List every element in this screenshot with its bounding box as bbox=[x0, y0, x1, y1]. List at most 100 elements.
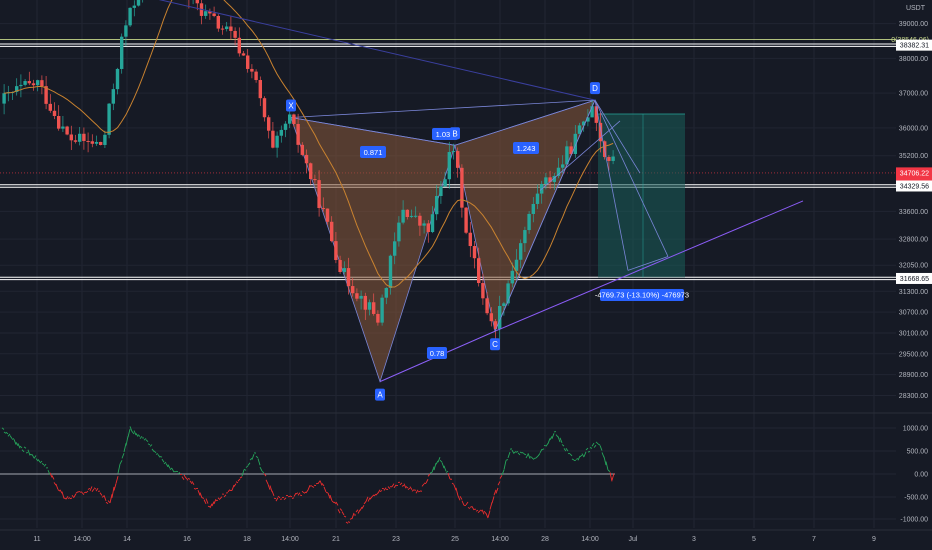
candle-body bbox=[346, 268, 351, 287]
candle-body bbox=[36, 80, 40, 86]
candle-body bbox=[73, 140, 78, 142]
time-tick-15: 7 bbox=[812, 536, 816, 543]
candle-body bbox=[447, 152, 451, 180]
candle-body bbox=[355, 293, 359, 299]
candle-body bbox=[527, 213, 531, 231]
candle-body bbox=[384, 287, 388, 298]
point-label-A: A bbox=[377, 391, 383, 400]
candle-body bbox=[334, 241, 338, 261]
candle-body bbox=[611, 156, 615, 161]
candle-body bbox=[502, 303, 506, 307]
time-tick-12: Jul bbox=[629, 536, 638, 543]
candle-body bbox=[220, 28, 225, 30]
candle-body bbox=[275, 135, 279, 148]
candle-body bbox=[451, 151, 456, 153]
candle-body bbox=[489, 313, 493, 322]
candle-body bbox=[409, 215, 414, 217]
candle-body bbox=[136, 0, 141, 6]
time-tick-4: 18 bbox=[243, 536, 251, 543]
candle-body bbox=[388, 255, 393, 288]
candle-body bbox=[330, 221, 334, 242]
candle-body bbox=[393, 241, 397, 256]
candle-body bbox=[19, 84, 23, 87]
candle-body bbox=[288, 114, 292, 124]
price-tick-5: 35200.00 bbox=[899, 153, 928, 160]
candle-body bbox=[258, 80, 262, 99]
candle-body bbox=[262, 98, 267, 118]
candle-body bbox=[69, 134, 73, 141]
osc-segment bbox=[587, 451, 591, 453]
candle-body bbox=[233, 30, 237, 38]
candle-body bbox=[531, 203, 535, 214]
candle-body bbox=[103, 134, 107, 145]
price-tick-8: 32050.00 bbox=[899, 263, 928, 270]
candle-body bbox=[246, 55, 250, 69]
point-label-B: B bbox=[452, 129, 457, 138]
price-tag-2: 38382.31 bbox=[900, 43, 929, 50]
candle-body bbox=[321, 208, 325, 210]
target-box bbox=[598, 114, 685, 278]
point-label-D: D bbox=[592, 84, 598, 93]
candle-body bbox=[271, 130, 275, 148]
candle-body bbox=[283, 123, 288, 130]
price-tag-3: 34706.22 bbox=[900, 170, 929, 177]
projection-label: -4769.73 (-13.10%) -476973 bbox=[595, 291, 689, 300]
candle-body bbox=[225, 26, 229, 30]
candle-body bbox=[342, 268, 346, 273]
candle-body bbox=[401, 209, 405, 223]
candle-body bbox=[250, 68, 254, 72]
time-tick-6: 21 bbox=[332, 536, 340, 543]
candle-body bbox=[124, 25, 128, 37]
candle-body bbox=[405, 209, 409, 217]
candle-body bbox=[57, 116, 61, 129]
osc-segment bbox=[291, 497, 295, 499]
candle-body bbox=[40, 80, 44, 87]
candle-body bbox=[477, 258, 481, 284]
osc-segment bbox=[69, 497, 73, 500]
price-tick-9: 31300.00 bbox=[899, 289, 928, 296]
candle-body bbox=[237, 37, 241, 54]
time-tick-7: 23 bbox=[392, 536, 400, 543]
price-tick-13: 28900.00 bbox=[899, 372, 928, 379]
candle-body bbox=[372, 302, 376, 314]
time-tick-11: 14:00 bbox=[581, 536, 599, 543]
candle-body bbox=[99, 141, 103, 145]
time-tick-16: 9 bbox=[872, 536, 876, 543]
candle-body bbox=[535, 193, 540, 204]
candle-body bbox=[519, 243, 523, 260]
candle-body bbox=[111, 89, 115, 104]
candle-body bbox=[212, 13, 216, 16]
candle-body bbox=[107, 103, 111, 135]
price-tick-1: 39000.00 bbox=[899, 21, 928, 28]
price-tick-3: 37000.00 bbox=[899, 91, 928, 98]
candle-body bbox=[229, 26, 233, 31]
candle-body bbox=[132, 5, 136, 8]
candle-body bbox=[397, 222, 401, 242]
candle-body bbox=[309, 163, 313, 180]
candle-body bbox=[573, 133, 577, 154]
osc-segment bbox=[207, 505, 211, 508]
candle-body bbox=[590, 106, 594, 118]
time-tick-2: 14 bbox=[123, 536, 131, 543]
currency-label: USDT bbox=[906, 5, 926, 12]
osc-tick-3: -500.00 bbox=[904, 495, 928, 502]
trading-chart[interactable]: 0.8711.0371.2430.78-4769.73 (-13.10%) -4… bbox=[0, 0, 932, 550]
price-tick-10: 30700.00 bbox=[899, 310, 928, 317]
candle-body bbox=[338, 260, 342, 273]
price-tick-11: 30100.00 bbox=[899, 330, 928, 337]
candle-body bbox=[435, 196, 439, 215]
candle-body bbox=[380, 297, 384, 323]
time-tick-3: 16 bbox=[183, 536, 191, 543]
candle-body bbox=[359, 295, 363, 299]
price-tick-7: 32800.00 bbox=[899, 237, 928, 244]
point-label-C: C bbox=[492, 340, 498, 349]
price-tag-5: 34329.56 bbox=[900, 183, 929, 190]
candle-body bbox=[523, 230, 527, 244]
chart-background bbox=[0, 0, 932, 550]
osc-segment bbox=[299, 494, 303, 497]
candle-body bbox=[128, 7, 132, 26]
candle-body bbox=[120, 36, 124, 69]
candle-body bbox=[267, 117, 271, 131]
candle-body bbox=[300, 144, 304, 155]
candle-body bbox=[23, 81, 27, 85]
